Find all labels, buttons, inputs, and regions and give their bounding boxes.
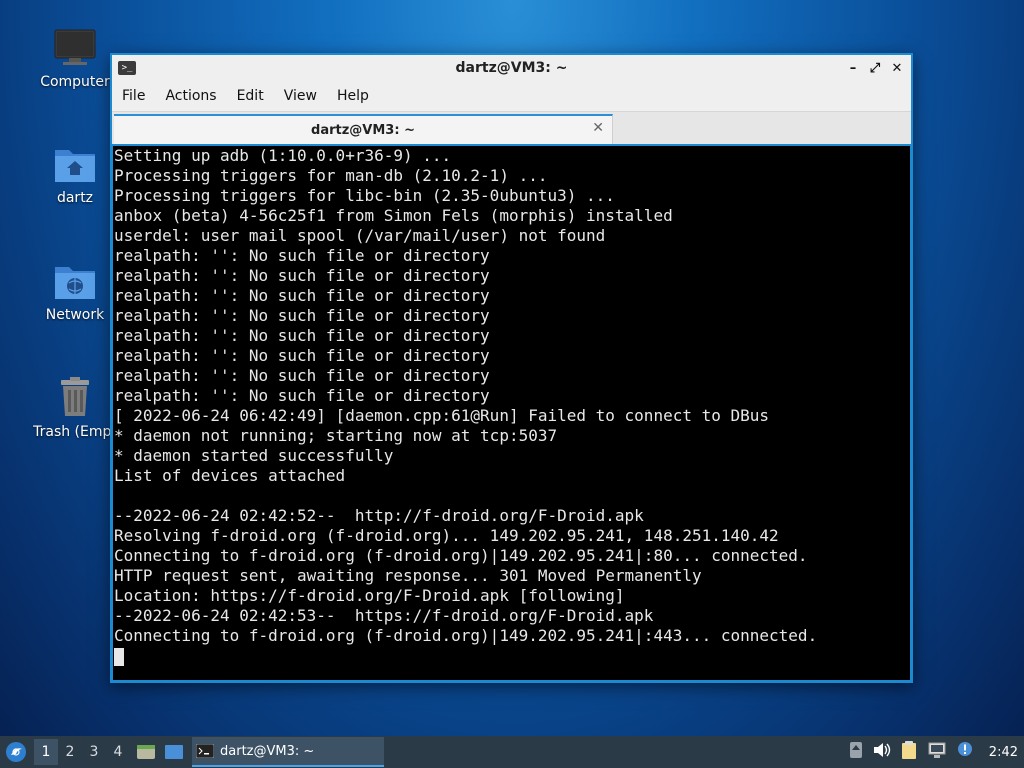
maximize-button[interactable]: ⤢ <box>867 58 883 78</box>
tab-label: dartz@VM3: ~ <box>311 122 415 138</box>
terminal-line: realpath: '': No such file or directory <box>114 306 490 325</box>
tab-bar: dartz@VM3: ~ ✕ <box>112 111 911 144</box>
desktop-icon-label: Computer <box>40 74 110 90</box>
terminal-line: * daemon started successfully <box>114 446 394 465</box>
terminal-line: anbox (beta) 4-56c25f1 from Simon Fels (… <box>114 206 673 225</box>
menu-help[interactable]: Help <box>327 88 379 104</box>
terminal-line: realpath: '': No such file or directory <box>114 346 490 365</box>
lubuntu-logo-icon <box>6 742 26 762</box>
volume-icon[interactable] <box>873 742 891 762</box>
desktop-icon-computer[interactable]: Computer <box>27 22 123 90</box>
terminal-line: HTTP request sent, awaiting response... … <box>114 566 702 585</box>
tab-terminal[interactable]: dartz@VM3: ~ ✕ <box>114 114 613 144</box>
update-notifier-icon[interactable] <box>849 741 863 763</box>
notification-icon[interactable] <box>957 741 975 763</box>
desktop-icon-dartz[interactable]: dartz <box>27 138 123 206</box>
window-controls: – ⤢ ✕ <box>845 58 905 78</box>
menu-actions[interactable]: Actions <box>155 88 226 104</box>
terminal-line: Resolving f-droid.org (f-droid.org)... 1… <box>114 526 779 545</box>
menu-bar: File Actions Edit View Help <box>112 81 911 111</box>
menu-file[interactable]: File <box>112 88 155 104</box>
terminal-output[interactable]: Setting up adb (1:10.0.0+r36-9) ... Proc… <box>113 146 910 680</box>
terminal-line: --2022-06-24 02:42:52-- http://f-droid.o… <box>114 506 644 525</box>
system-tray: 2:42 <box>849 736 1024 768</box>
terminal-line: realpath: '': No such file or directory <box>114 326 490 345</box>
workspace-1[interactable]: 1 <box>34 739 58 765</box>
terminal-line: Processing triggers for libc-bin (2.35-0… <box>114 186 615 205</box>
terminal-prompt-line <box>114 646 910 666</box>
clock[interactable]: 2:42 <box>989 745 1018 760</box>
terminal-line: [ 2022-06-24 06:42:49] [daemon.cpp:61@Ru… <box>114 406 770 425</box>
workspace-3[interactable]: 3 <box>82 744 106 760</box>
start-menu-button[interactable] <box>2 738 30 766</box>
window-titlebar[interactable]: >_ dartz@VM3: ~ – ⤢ ✕ <box>112 55 911 81</box>
taskbar-task-terminal[interactable]: dartz@VM3: ~ <box>192 737 384 767</box>
trash-icon <box>27 372 123 418</box>
terminal-line: Location: https://f-droid.org/F-Droid.ap… <box>114 586 625 605</box>
terminal-line: * daemon not running; starting now at tc… <box>114 426 558 445</box>
terminal-line: userdel: user mail spool (/var/mail/user… <box>114 226 606 245</box>
terminal-line: Connecting to f-droid.org (f-droid.org)|… <box>114 546 808 565</box>
desktop-icon-trash[interactable]: Trash (Empt <box>27 372 123 440</box>
desktop-icon-label: dartz <box>56 190 94 206</box>
workspace-4[interactable]: 4 <box>106 744 130 760</box>
terminal-line: Processing triggers for man-db (2.10.2-1… <box>114 166 548 185</box>
terminal-line: Connecting to f-droid.org (f-droid.org)|… <box>114 626 818 645</box>
task-label: dartz@VM3: ~ <box>220 743 315 759</box>
terminal-line: realpath: '': No such file or directory <box>114 266 490 285</box>
terminal-line: realpath: '': No such file or directory <box>114 386 490 405</box>
terminal-line: Setting up adb (1:10.0.0+r36-9) ... <box>114 146 452 165</box>
tab-close-icon[interactable]: ✕ <box>592 120 604 136</box>
terminal-line: realpath: '': No such file or directory <box>114 286 490 305</box>
close-button[interactable]: ✕ <box>889 58 905 78</box>
terminal-icon <box>196 744 214 758</box>
window-title: dartz@VM3: ~ <box>455 60 568 76</box>
terminal-line: realpath: '': No such file or directory <box>114 246 490 265</box>
show-desktop-icon[interactable] <box>162 741 186 763</box>
clipboard-icon[interactable] <box>901 740 917 764</box>
computer-icon <box>27 22 123 68</box>
terminal-window: >_ dartz@VM3: ~ – ⤢ ✕ File Actions Edit … <box>110 53 913 683</box>
minimize-button[interactable]: – <box>845 58 861 78</box>
taskbar: 1 2 3 4 dartz@VM3: ~ 2:42 <box>0 736 1024 768</box>
desktop-icon-label: Trash (Empt <box>33 424 117 440</box>
network-icon[interactable] <box>927 741 947 763</box>
menu-view[interactable]: View <box>274 88 327 104</box>
terminal-line: List of devices attached <box>114 466 346 485</box>
home-folder-icon <box>27 138 123 184</box>
desktop-icon-network[interactable]: Network <box>27 255 123 323</box>
network-folder-icon <box>27 255 123 301</box>
workspace-2[interactable]: 2 <box>58 744 82 760</box>
file-manager-launcher-icon[interactable] <box>134 741 158 763</box>
terminal-line: --2022-06-24 02:42:53-- https://f-droid.… <box>114 606 654 625</box>
terminal-line: realpath: '': No such file or directory <box>114 366 490 385</box>
terminal-cursor <box>114 647 124 666</box>
menu-edit[interactable]: Edit <box>227 88 274 104</box>
desktop-icon-label: Network <box>45 307 105 323</box>
